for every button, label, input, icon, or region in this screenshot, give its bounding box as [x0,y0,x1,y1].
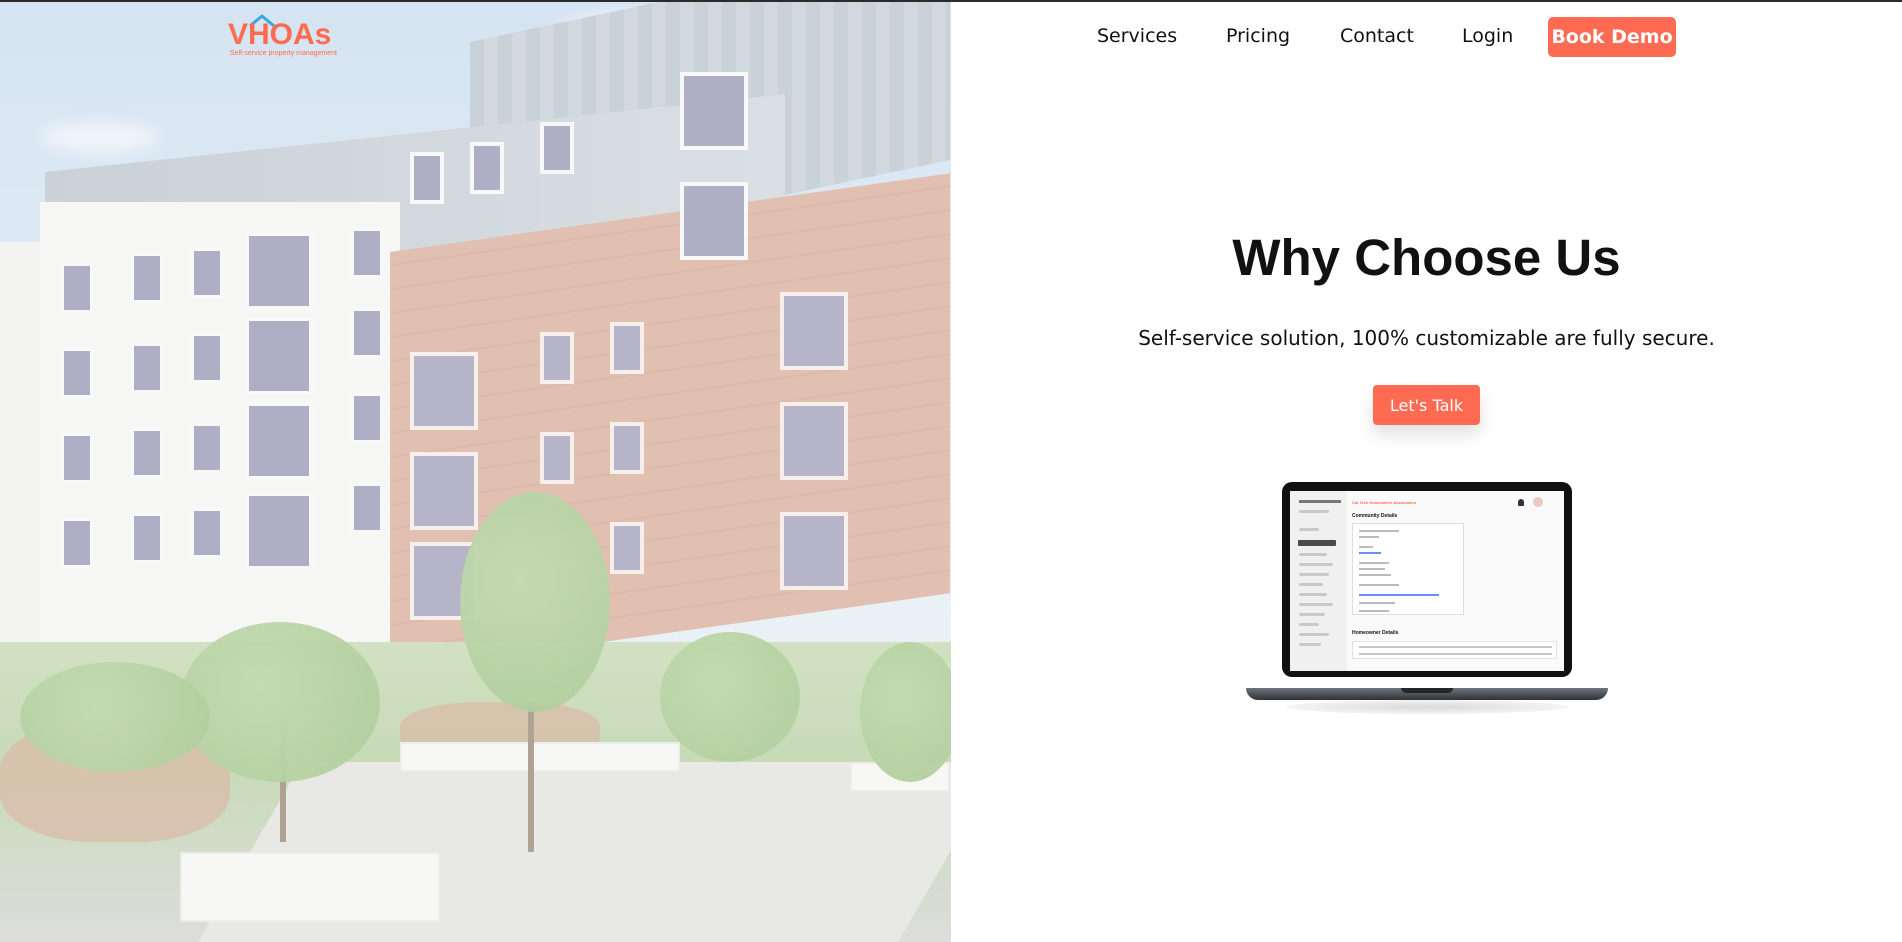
app-section-title: Community Details [1352,513,1398,519]
sidebar-item-line [1299,583,1323,586]
app-sidebar [1290,491,1347,671]
page-subtitle: Self-service solution, 100% customizable… [1138,326,1715,350]
table-line [1359,653,1552,655]
sidebar-active-item [1298,540,1336,546]
sidebar-item-line [1299,643,1321,646]
card-line [1359,530,1399,532]
app-table [1352,641,1557,659]
nav-contact-link[interactable]: Contact [1340,25,1414,47]
card-line [1359,562,1389,564]
lets-talk-button[interactable]: Let's Talk [1373,385,1480,425]
sidebar-item-line [1299,563,1333,566]
sidebar-item-line [1299,528,1319,531]
sidebar-item-line [1299,553,1327,556]
card-line [1359,536,1379,538]
sidebar-header-line [1299,500,1341,503]
nav-login-link[interactable]: Login [1462,25,1513,47]
sidebar-item-line [1299,633,1329,636]
sidebar-item-line [1299,623,1319,626]
nav-pricing-link[interactable]: Pricing [1226,25,1290,47]
laptop-notch [1401,688,1453,693]
sidebar-item-line [1299,603,1333,606]
app-section-title: Homeowner Details [1352,630,1399,636]
brand-tagline: Self-service property management [230,50,337,57]
bell-icon [1518,499,1524,506]
laptop-mockup: Cal Tech Homeowner Association Community… [1246,480,1608,716]
apartment-building-image [0,2,951,942]
card-line [1359,602,1395,604]
card-line [1359,610,1389,612]
sidebar-item-line [1299,510,1329,513]
card-line [1359,568,1385,570]
book-demo-button[interactable]: Book Demo [1548,17,1676,57]
nav-services-link[interactable]: Services [1097,25,1177,47]
card-line [1359,546,1373,548]
table-line [1359,646,1552,648]
laptop-shadow [1286,700,1568,714]
avatar [1533,497,1543,507]
card-line [1359,574,1391,576]
sidebar-item-line [1299,573,1329,576]
main-nav: Services Pricing Contact Login Book Demo [951,17,1902,57]
laptop-screen: Cal Tech Homeowner Association Community… [1290,491,1564,671]
card-line [1359,584,1399,586]
sidebar-item-line [1299,613,1325,616]
card-link-line [1359,552,1381,554]
app-association-title: Cal Tech Homeowner Association [1352,500,1417,505]
sidebar-item-line [1299,593,1327,596]
page-title: Why Choose Us [1232,229,1621,286]
image-overlay [0,2,951,942]
brand-name: VHOAs [228,18,332,51]
brand-logo[interactable]: VHOAs Self-service property management [228,14,338,60]
app-details-card [1352,523,1464,615]
card-link-line [1359,594,1439,596]
